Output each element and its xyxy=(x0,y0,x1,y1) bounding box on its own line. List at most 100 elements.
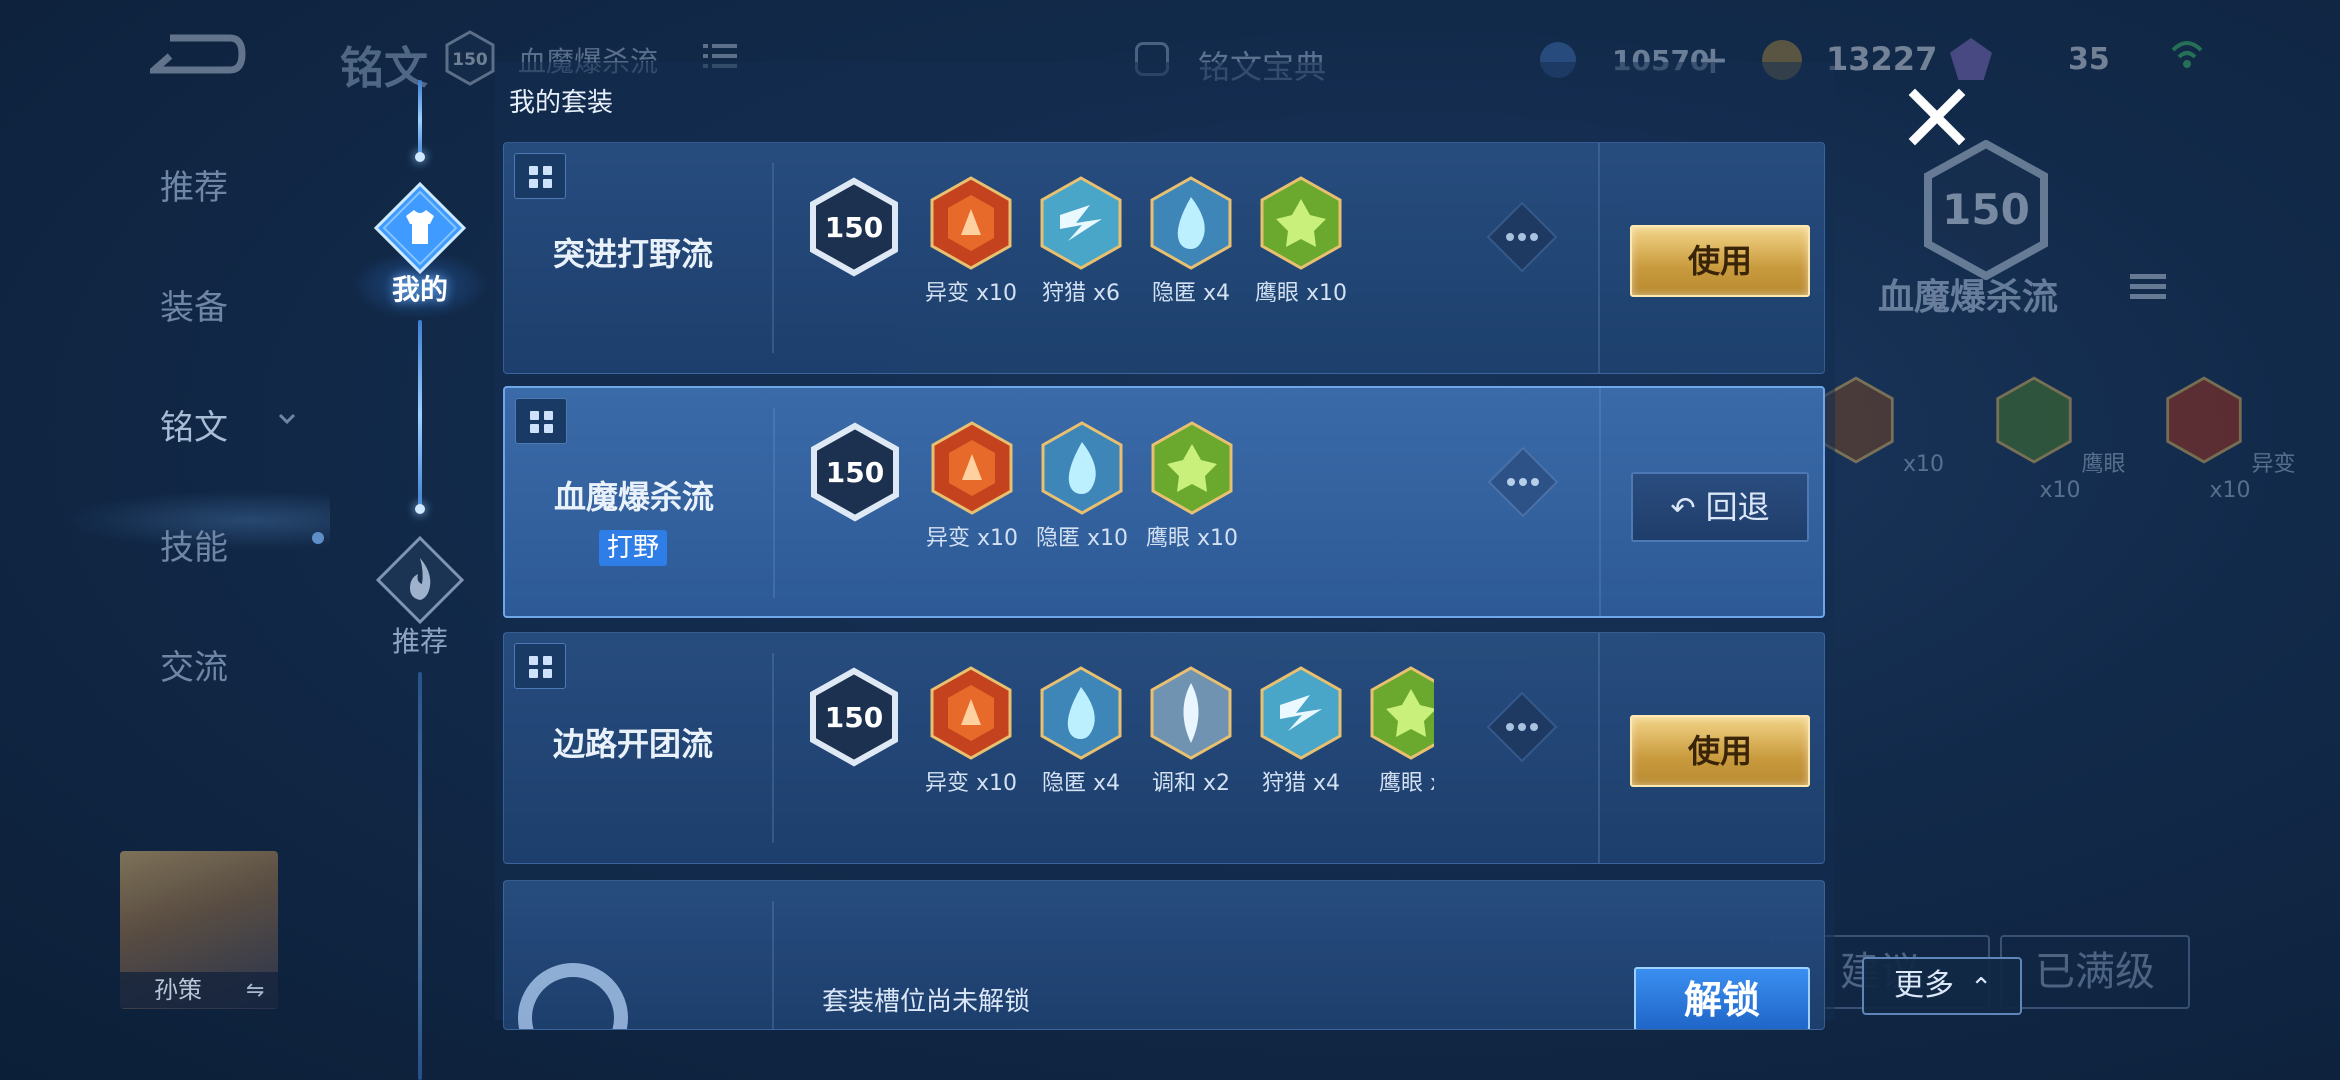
swap-hero-icon[interactable]: ⇋ xyxy=(246,978,264,1003)
level-hex-icon: 150 xyxy=(810,177,898,277)
more-options-icon[interactable] xyxy=(1483,442,1563,522)
set-card[interactable]: 边路开团流 150 异变 x10 隐匿 x4 调和 x2 狩猎 x4 鹰眼 使用 xyxy=(503,632,1825,864)
set-detail-panel: 150 血魔爆杀流 x10 鹰眼x10 异变x10 建议 已满级 xyxy=(1770,120,2340,1080)
chevron-down-icon xyxy=(278,413,296,425)
rune-item[interactable]: 鹰眼 x10 xyxy=(1246,175,1356,307)
crystal-currency-icon xyxy=(1950,38,1992,80)
rune-red-icon xyxy=(930,666,1012,760)
grid-icon[interactable] xyxy=(514,153,566,199)
nav-item-skill[interactable]: 技能 xyxy=(160,520,228,569)
tab-my-sets[interactable]: 我的 xyxy=(360,268,480,308)
grid-icon[interactable] xyxy=(514,643,566,689)
role-tag: 打野 xyxy=(599,530,668,566)
rune-item[interactable]: 异变 x10 xyxy=(916,665,1026,797)
back-arrow-icon xyxy=(144,34,246,74)
rune-red-icon xyxy=(930,176,1012,270)
unlock-button[interactable]: 解锁 xyxy=(1634,967,1810,1029)
divider xyxy=(1599,388,1601,616)
svg-text:150: 150 xyxy=(825,211,883,244)
lock-ring-icon xyxy=(518,963,628,1029)
divider xyxy=(772,163,774,353)
set-name: 突进打野流 xyxy=(552,235,713,273)
max-level-button[interactable]: 已满级 xyxy=(2000,935,2190,1009)
undo-arrow-icon: ↶ xyxy=(1670,491,1696,526)
rune-blue-flame-icon xyxy=(1041,421,1123,515)
back-button[interactable] xyxy=(144,30,246,78)
rune-silver-icon xyxy=(1150,666,1232,760)
my-sets-icon[interactable] xyxy=(372,180,468,276)
rune-lightning-icon xyxy=(1260,666,1342,760)
rune-green-icon xyxy=(1370,666,1434,760)
nav-item-community[interactable]: 交流 xyxy=(160,640,228,689)
locked-set-card[interactable]: 套装槽位尚未解锁 解锁 xyxy=(503,880,1825,1030)
set-card[interactable]: 突进打野流 150 异变 x10 狩猎 x6 隐匿 x4 鹰眼 x10 使用 xyxy=(503,142,1825,374)
more-button[interactable]: 更多 ⌃ xyxy=(1862,957,2022,1015)
tab-recommend[interactable]: 推荐 xyxy=(360,620,480,660)
rune-item[interactable]: 鹰眼 x10 xyxy=(1137,420,1247,552)
grid-icon[interactable] xyxy=(515,398,567,444)
rune-item[interactable]: 隐匿 x4 xyxy=(1026,665,1136,797)
more-options-icon[interactable] xyxy=(1482,687,1562,767)
recommend-flame-icon[interactable] xyxy=(372,532,468,628)
rune-item[interactable]: 鹰眼 x xyxy=(1356,665,1434,797)
rune-green-icon xyxy=(1151,421,1233,515)
rune-green-icon xyxy=(1260,176,1342,270)
locked-slot-text: 套装槽位尚未解锁 xyxy=(822,987,1031,1017)
close-icon xyxy=(1908,88,1966,146)
nav-active-dot xyxy=(312,532,324,544)
rune-lightning-icon xyxy=(1040,176,1122,270)
use-set-button[interactable]: 使用 xyxy=(1630,225,1810,297)
rune-red-icon xyxy=(931,421,1013,515)
nav-item-inscription[interactable]: 铭文 xyxy=(160,400,228,449)
level-hex-icon: 150 xyxy=(1924,140,2048,280)
divider xyxy=(772,653,774,843)
my-sets-modal: 我的套装 突进打野流 150 异变 x10 狩猎 x6 隐匿 x4 鹰眼 x10… xyxy=(495,62,1835,1030)
set-name: 边路开团流 xyxy=(552,725,713,763)
rune-list: 异变 x10 隐匿 x10 鹰眼 x10 xyxy=(917,420,1437,616)
detail-set-name: 血魔爆杀流 xyxy=(1878,277,2059,318)
rail-line xyxy=(418,320,422,510)
list-icon[interactable] xyxy=(2130,272,2166,302)
detail-rune: 异变x10 xyxy=(2160,375,2300,503)
svg-text:150: 150 xyxy=(826,456,884,489)
chevron-up-icon: ⌃ xyxy=(1970,973,1992,1003)
currency-2-value: 13227 xyxy=(1826,40,1938,78)
rune-item[interactable]: 隐匿 x4 xyxy=(1136,175,1246,307)
close-modal-button[interactable] xyxy=(1905,85,1969,149)
more-options-icon[interactable] xyxy=(1482,197,1562,277)
category-rail: 我的 推荐 xyxy=(350,60,490,1080)
modal-title: 我的套装 xyxy=(509,88,614,118)
nav-item-equipment[interactable]: 装备 xyxy=(160,280,228,329)
revert-button[interactable]: ↶ 回退 xyxy=(1631,472,1809,542)
signal-icon xyxy=(2170,32,2204,84)
detail-rune: 鹰眼x10 xyxy=(1990,375,2130,503)
divider xyxy=(773,408,775,598)
rail-dot xyxy=(415,152,425,162)
currency-3-value: 35 xyxy=(2068,42,2110,77)
rune-list: 异变 x10 狩猎 x6 隐匿 x4 鹰眼 x10 xyxy=(916,175,1436,373)
use-set-button[interactable]: 使用 xyxy=(1630,715,1810,787)
rune-item[interactable]: 狩猎 x4 xyxy=(1246,665,1356,797)
svg-text:150: 150 xyxy=(1942,185,2030,234)
svg-text:150: 150 xyxy=(825,701,883,734)
rune-blue-flame-icon xyxy=(1150,176,1232,270)
rune-item[interactable]: 隐匿 x10 xyxy=(1027,420,1137,552)
divider xyxy=(772,901,774,1029)
rune-item[interactable]: 异变 x10 xyxy=(916,175,1026,307)
set-name: 血魔爆杀流 xyxy=(553,478,714,516)
rune-item[interactable]: 异变 x10 xyxy=(917,420,1027,552)
rune-item[interactable]: 调和 x2 xyxy=(1136,665,1246,797)
rail-line xyxy=(418,80,422,160)
level-hex-icon: 150 xyxy=(811,422,899,522)
rune-list: 异变 x10 隐匿 x4 调和 x2 狩猎 x4 鹰眼 x xyxy=(916,665,1434,863)
divider xyxy=(1598,143,1600,373)
rune-blue-flame-icon xyxy=(1040,666,1122,760)
rune-item[interactable]: 狩猎 x6 xyxy=(1026,175,1136,307)
rail-dot xyxy=(415,504,425,514)
level-hex-icon: 150 xyxy=(810,667,898,767)
more-label: 更多 xyxy=(1894,968,1954,1003)
rail-line xyxy=(418,672,422,1080)
nav-item-recommend[interactable]: 推荐 xyxy=(160,160,228,209)
divider xyxy=(1598,633,1600,863)
set-card-selected[interactable]: 血魔爆杀流 打野 150 异变 x10 隐匿 x10 鹰眼 x10 ↶ 回退 xyxy=(503,386,1825,618)
